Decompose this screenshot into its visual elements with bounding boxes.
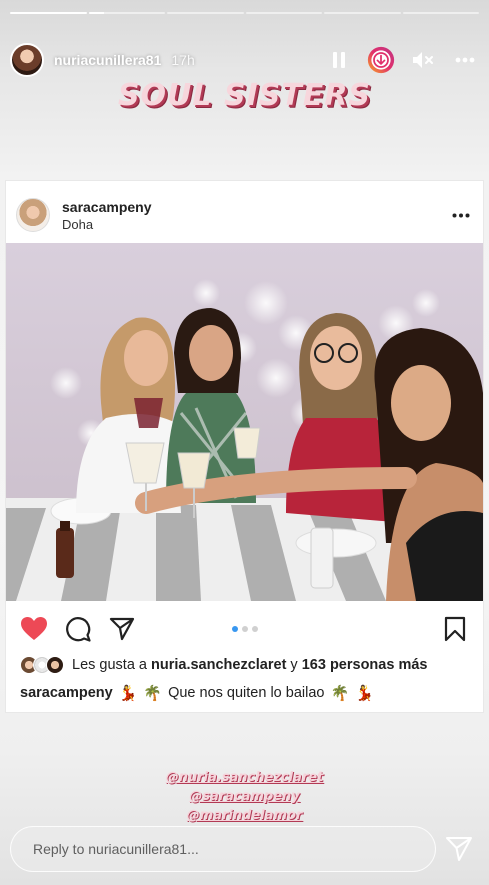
post-avatar[interactable] [16,198,50,232]
progress-segment [10,12,87,14]
mention-stickers: @nuria.sanchezclaret @saracampeny @marin… [0,768,489,825]
carousel-dot [231,626,238,632]
likes-middle: y [286,657,302,673]
caption-username[interactable]: saracampeny [20,685,113,701]
mention-sticker[interactable]: @marindelamor [0,806,489,825]
carousel-dot [251,626,258,632]
likes-line[interactable]: Les gusta a nuria.sanchezclaret y 163 pe… [20,656,473,674]
story-username[interactable]: nuriacunillera81 [54,52,161,68]
more-icon[interactable] [449,203,473,227]
post-header: saracampeny Doha [16,195,473,235]
story-progress [10,12,479,14]
liker-avatars [20,656,64,674]
palm-tree-emoji-icon: 🌴 [330,684,350,702]
more-icon[interactable] [451,46,479,74]
pause-icon[interactable] [325,46,353,74]
progress-segment [245,12,322,14]
likes-user[interactable]: nuria.sanchezclaret [151,657,286,673]
post-location[interactable]: Doha [62,217,152,232]
avatar[interactable] [10,43,44,77]
progress-segment [167,12,244,14]
post-caption: saracampeny 💃 🌴 Que nos quiten lo bailao… [20,684,473,702]
mute-icon[interactable] [409,46,437,74]
send-icon[interactable] [444,834,474,864]
caption-text: Que nos quiten lo bailao [168,685,325,701]
palm-tree-emoji-icon: 🌴 [143,684,163,702]
progress-segment [324,12,401,14]
story-title: SOUL SISTERS [117,78,372,113]
comment-icon[interactable] [64,615,92,643]
story-time: 17h [171,52,195,68]
reply-input[interactable]: Reply to nuriacunillera81... [10,826,436,872]
carousel-indicator [231,626,258,632]
post-photo[interactable] [6,243,483,601]
heart-icon[interactable] [20,615,48,643]
post-username[interactable]: saracampeny [62,199,152,215]
dancer-emoji-icon: 💃 [118,684,138,702]
likes-count[interactable]: 163 personas más [302,657,428,673]
carousel-dot [241,626,248,632]
reply-placeholder: Reply to nuriacunillera81... [33,841,199,857]
download-icon[interactable] [367,46,395,74]
dancer-emoji-icon: 💃 [355,684,374,702]
post-actions [20,615,469,643]
progress-segment [88,12,165,14]
story-header: nuriacunillera81 17h [10,41,479,79]
mention-sticker[interactable]: @nuria.sanchezclaret [0,768,489,787]
likes-prefix: Les gusta a [72,657,151,673]
shared-post-card[interactable]: saracampeny Doha Les gusta a nuria.sanch… [5,180,484,713]
progress-segment [402,12,479,14]
bookmark-icon[interactable] [441,615,469,643]
share-icon[interactable] [108,615,136,643]
mention-sticker[interactable]: @saracampeny [0,787,489,806]
